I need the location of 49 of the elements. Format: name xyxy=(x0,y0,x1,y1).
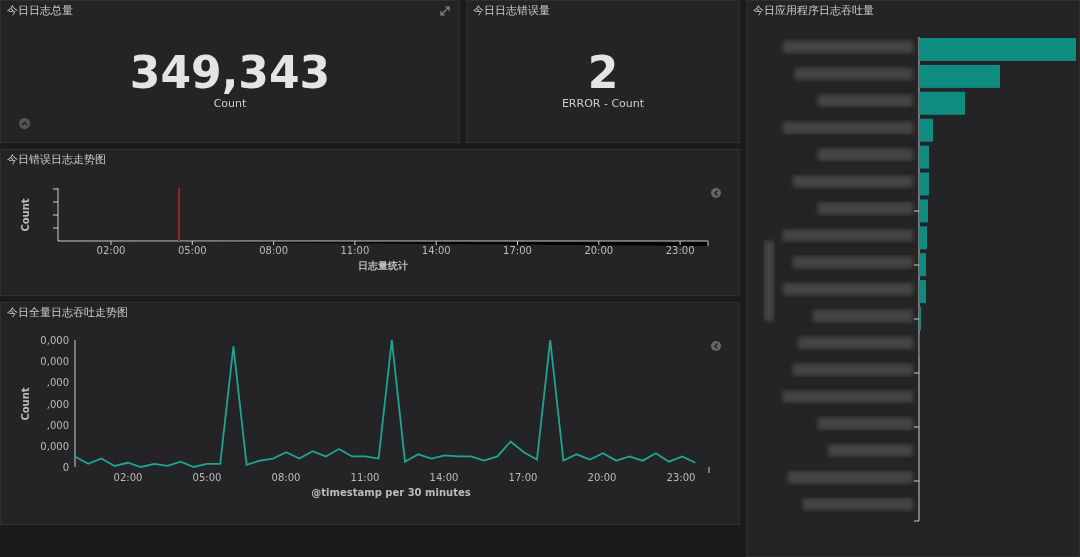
x-tick-label: 23:00 xyxy=(665,245,695,256)
bar xyxy=(919,172,929,196)
bar xyxy=(919,91,965,115)
y-axis-label: Count xyxy=(20,198,31,232)
x-tick-label: 11:00 xyxy=(350,472,380,483)
bar xyxy=(919,253,926,277)
y-tick-label: ,000 xyxy=(46,377,69,389)
metric-label: Count xyxy=(213,97,247,110)
metric-label: ERROR - Count xyxy=(561,97,645,110)
x-tick-label: 02:00 xyxy=(96,245,126,256)
panel-title: 今日错误日志走势图 xyxy=(6,152,107,168)
y-tick-label: 0 xyxy=(62,462,69,473)
y-tick-label: 0,000 xyxy=(40,440,69,452)
collapse-icon[interactable] xyxy=(711,341,721,351)
x-tick-label: 08:00 xyxy=(271,472,301,483)
x-tick-label: 23:00 xyxy=(666,472,696,483)
bar xyxy=(919,280,926,304)
x-tick-label: 02:00 xyxy=(113,472,143,483)
panel-title: 今日全量日志吞吐走势图 xyxy=(6,305,129,321)
x-axis-label: 日志量统计 xyxy=(358,260,408,271)
metric-value: 2 xyxy=(587,49,619,97)
bar xyxy=(919,199,928,223)
collapse-icon[interactable] xyxy=(711,188,721,198)
x-tick-label: 20:00 xyxy=(584,245,614,256)
y-axis-label: Count xyxy=(20,387,31,421)
expand-icon[interactable] xyxy=(440,6,450,16)
x-tick-label: 05:00 xyxy=(192,472,222,483)
panel-title: 今日日志总量 xyxy=(6,3,74,19)
y-tick-label: 0,000 xyxy=(40,335,69,346)
panel-title: 今日应用程序日志吞吐量 xyxy=(752,3,875,19)
x-tick-label: 17:00 xyxy=(503,245,532,256)
y-tick-label: ,000 xyxy=(46,398,69,410)
x-tick-label: 20:00 xyxy=(587,472,617,483)
panel-title: 今日日志错误量 xyxy=(472,3,551,19)
x-tick-label: 11:00 xyxy=(340,245,370,256)
x-tick-label: 14:00 xyxy=(421,245,451,256)
bar xyxy=(919,145,929,169)
y-tick-label: ,000 xyxy=(46,419,69,431)
bar xyxy=(919,118,933,142)
x-axis-label: @timestamp per 30 minutes xyxy=(311,487,471,498)
metric-value: 349,343 xyxy=(129,49,331,97)
x-tick-label: 17:00 xyxy=(508,472,538,483)
x-tick-label: 05:00 xyxy=(177,245,207,256)
bar xyxy=(919,226,927,250)
chevron-up-icon[interactable] xyxy=(19,118,30,129)
y-axis xyxy=(52,187,59,242)
x-tick-label: 08:00 xyxy=(259,245,288,256)
y-tick-label: 0,000 xyxy=(40,356,69,368)
x-tick-label: 14:00 xyxy=(429,472,459,483)
